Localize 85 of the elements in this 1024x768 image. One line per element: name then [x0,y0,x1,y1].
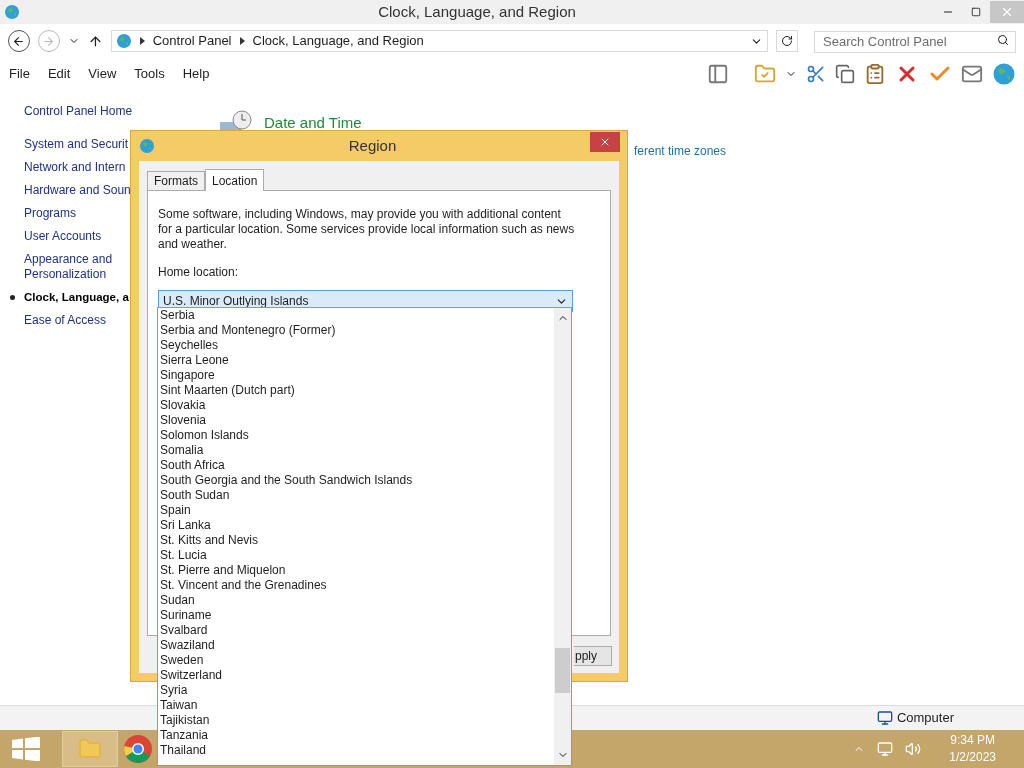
breadcrumb[interactable]: Control Panel [152,31,232,51]
sidebar-link[interactable]: Network and Intern [24,160,126,175]
dropdown-option[interactable]: St. Pierre and Miquelon [160,563,554,578]
network-icon[interactable] [877,741,894,757]
dropdown-option[interactable]: Tajikistan [160,713,554,728]
dropdown-option[interactable]: St. Vincent and the Grenadines [160,578,554,593]
dialog-title: Region [347,135,398,156]
control-panel-icon [115,33,132,49]
envelope-icon[interactable] [961,63,983,85]
time-zones-link[interactable]: ferent time zones [634,144,727,158]
sidebar-link[interactable]: Programs [24,206,76,221]
dropdown-option[interactable]: Tanzania [160,728,554,743]
refresh-icon [781,35,794,47]
copy-icon[interactable] [835,64,855,84]
sidebar-link[interactable]: Hardware and Soun [24,183,131,198]
dropdown-option[interactable]: Syria [160,683,554,698]
tab[interactable]: Location [205,169,265,191]
dropdown-option[interactable]: Swaziland [160,638,554,653]
paste-icon[interactable] [864,63,886,85]
dropdown-option[interactable]: Spain [160,503,554,518]
apply-button[interactable]: pply [574,646,612,666]
menu-item[interactable]: File [8,64,31,84]
dropdown-option[interactable]: South Africa [160,458,554,473]
menu-item[interactable]: Tools [133,64,166,84]
dropdown-option[interactable]: St. Kitts and Nevis [160,533,554,548]
dropdown-option[interactable]: Taiwan [160,698,554,713]
refresh-button[interactable] [776,30,798,52]
menu-item[interactable]: Edit [46,64,72,84]
app-globe-icon [4,4,20,20]
window-title: Clock, Language, and Region [377,1,577,22]
sidebar-link[interactable]: Appearance and Personalization [24,252,120,282]
region-globe-icon [139,138,155,154]
chrome-icon[interactable] [123,734,153,764]
windows-logo-icon[interactable] [12,737,40,761]
menu-item[interactable]: View [87,64,118,84]
sidebar-link[interactable]: System and Securit [24,137,129,152]
dropdown-option[interactable]: Suriname [160,608,554,623]
dropdown-option[interactable]: St. Lucia [160,548,554,563]
dropdown-option[interactable]: Sri Lanka [160,518,554,533]
dropdown-option[interactable]: South Sudan [160,488,554,503]
dropdown-option[interactable]: Singapore [160,368,554,383]
dropdown-option[interactable]: Seychelles [160,338,554,353]
computer-icon [876,710,893,726]
layout-icon[interactable] [707,63,729,85]
globe-icon [992,62,1016,86]
forward-arrow-icon [42,34,56,48]
dialog-close-button[interactable] [590,132,620,152]
scrollbar-thumb[interactable] [555,648,570,693]
sidebar-link[interactable]: Clock, Language, a [24,290,129,305]
section-heading[interactable]: Date and Time [264,111,362,135]
address-field[interactable]: Control Panel Clock, Language, and Region [110,30,769,52]
close-icon [1000,5,1014,19]
dropdown-option[interactable]: Svalbard [160,623,554,638]
dropdown-option[interactable]: Sierra Leone [160,353,554,368]
breadcrumb-arrow-icon [139,37,145,45]
folder-check-icon[interactable] [754,63,776,85]
restore-icon [971,7,981,17]
up-icon[interactable] [87,33,103,49]
dropdown-option[interactable]: Slovenia [160,413,554,428]
close-icon [599,136,611,148]
field-label: Home location: [158,264,240,281]
description-text: Some software, including Windows, may provide you with additional content for a particular location. Some services provide local information such as news and weather. [158,207,576,252]
back-arrow-icon [12,34,26,48]
breadcrumb-arrow-icon [239,37,245,45]
cut-icon[interactable] [806,64,826,84]
dropdown-option[interactable]: Solomon Islands [160,428,554,443]
sidebar-link[interactable]: Ease of Access [24,313,107,328]
dropdown-option[interactable]: Somalia [160,443,554,458]
dropdown-option[interactable]: Serbia and Montenegro (Former) [160,323,554,338]
sidebar-link[interactable]: User Accounts [24,229,102,244]
dropdown-option[interactable]: Sint Maarten (Dutch part) [160,383,554,398]
status-text: Computer [896,709,954,728]
dropdown-option[interactable]: Sweden [160,653,554,668]
dropdown-option[interactable]: Sudan [160,593,554,608]
dropdown-option[interactable]: Thailand [160,743,554,758]
menu-item[interactable]: Help [181,64,211,84]
folder-icon [78,737,102,761]
search-icon[interactable] [997,34,1009,46]
dropdown-option[interactable]: South Georgia and the South Sandwich Islands [160,473,554,488]
sidebar-link[interactable]: Control Panel Home [24,104,133,119]
breadcrumb[interactable]: Clock, Language, and Region [252,31,424,51]
dropdown-option[interactable]: Slovakia [160,398,554,413]
search-field[interactable]: Search Control Panel [814,30,1016,53]
dropdown-option[interactable]: Switzerland [160,668,554,683]
tab[interactable]: Formats [147,171,205,190]
